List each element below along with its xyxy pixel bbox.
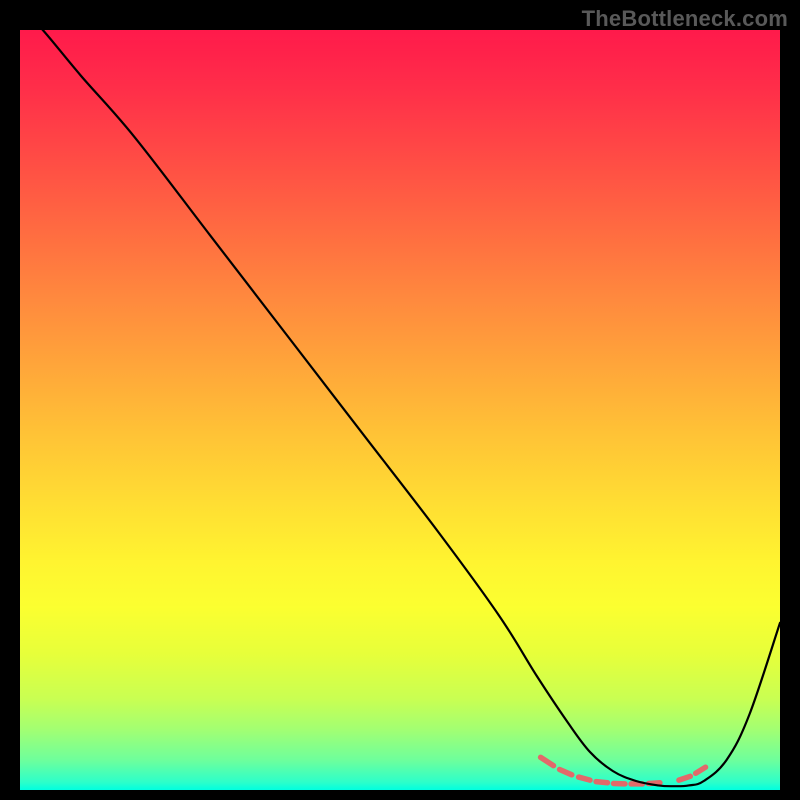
marker-dash (541, 757, 554, 765)
chart-overlay (20, 30, 780, 790)
plot-area (20, 30, 780, 790)
watermark-text: TheBottleneck.com (582, 6, 788, 32)
marker-dash (579, 777, 590, 780)
marker-group (541, 757, 706, 784)
marker-dash (679, 776, 690, 780)
marker-dash (560, 769, 572, 774)
marker-dash (596, 782, 607, 783)
chart-container: TheBottleneck.com (0, 0, 800, 800)
marker-dash (696, 767, 706, 773)
curve-line (20, 30, 780, 786)
